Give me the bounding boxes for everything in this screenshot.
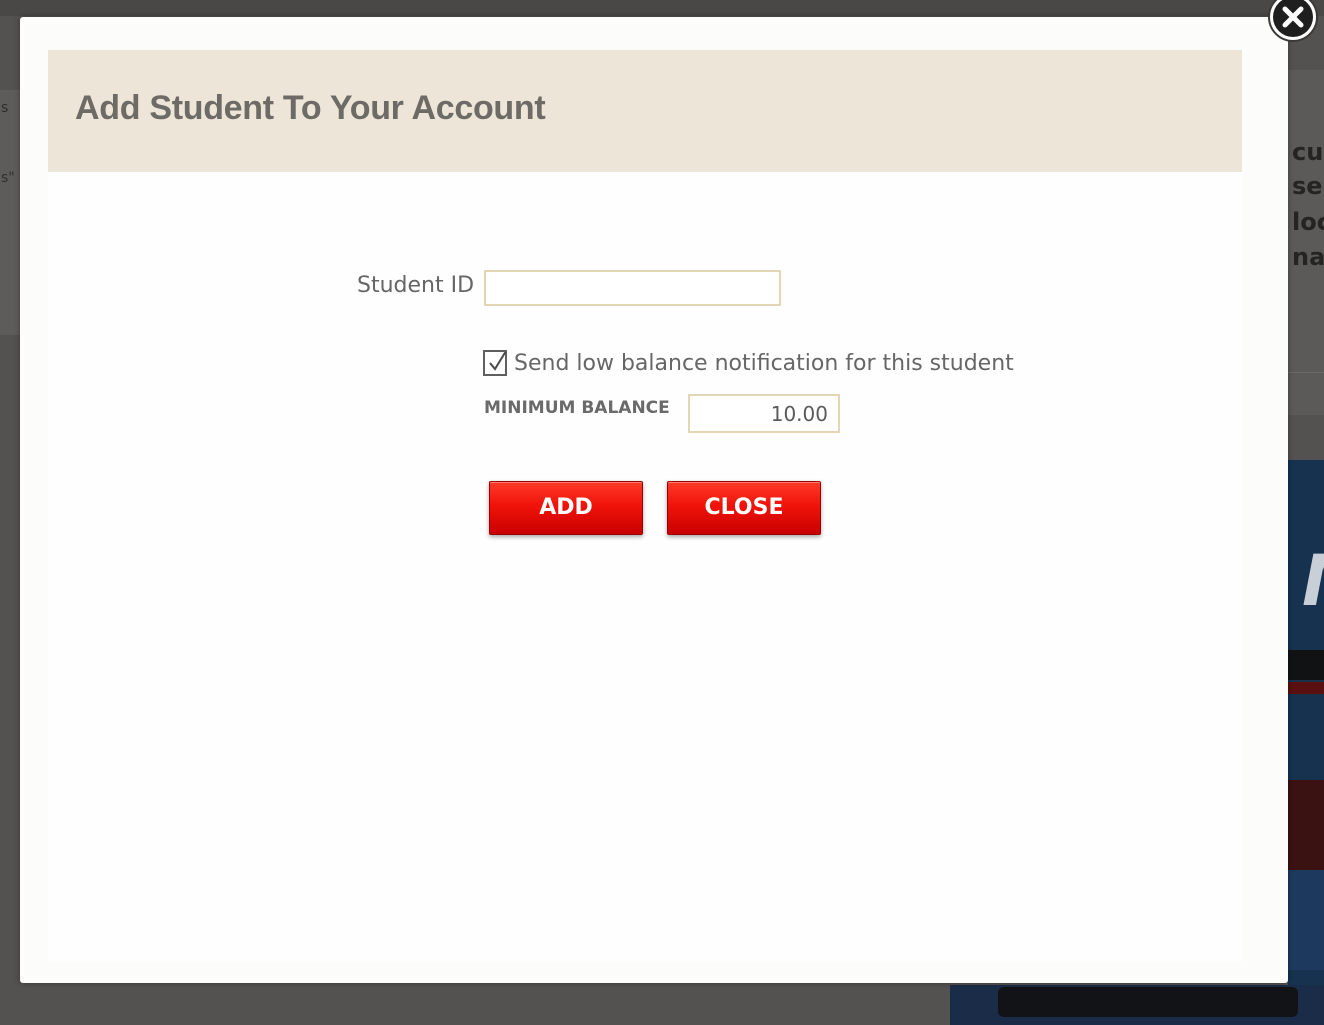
- background-promo-stripe: [1288, 682, 1324, 694]
- background-right-panel: cur se d loc nat: [1288, 70, 1324, 415]
- background-device-image: [998, 987, 1298, 1017]
- background-bottom-strip: [950, 985, 1324, 1025]
- minimum-balance-input[interactable]: [688, 394, 840, 433]
- background-promo-stripe: [1288, 780, 1324, 870]
- background-right-text: nat: [1292, 243, 1324, 271]
- background-left-text: s: [1, 100, 9, 116]
- minimum-balance-label: MINIMUM BALANCE: [484, 398, 670, 418]
- low-balance-notification-checkbox[interactable]: [483, 350, 507, 376]
- background-promo-banner: M: [1288, 460, 1324, 1000]
- background-right-text: loc: [1292, 208, 1324, 236]
- low-balance-notification-option: Send low balance notification for this s…: [483, 347, 1014, 379]
- modal-body: [48, 50, 1242, 962]
- student-id-input[interactable]: [484, 270, 781, 306]
- checkmark-icon: [489, 352, 507, 371]
- add-button[interactable]: ADD: [489, 481, 643, 535]
- background-right-text: cur: [1292, 138, 1324, 166]
- add-student-modal: Add Student To Your Account Student ID S…: [20, 17, 1288, 983]
- background-promo-stripe: [1288, 870, 1324, 970]
- close-icon: [1268, 0, 1318, 42]
- close-icon-button[interactable]: [1266, 0, 1318, 44]
- background-right-text: se d: [1292, 172, 1324, 200]
- background-promo-stripe: [1288, 650, 1324, 680]
- background-top-band: [0, 0, 1324, 16]
- background-divider: [1288, 372, 1324, 373]
- student-id-label: Student ID: [357, 273, 475, 298]
- modal-title: Add Student To Your Account: [75, 89, 546, 127]
- low-balance-notification-label: Send low balance notification for this s…: [514, 350, 1014, 376]
- background-left-panel: s s": [0, 90, 20, 335]
- close-button[interactable]: CLOSE: [667, 481, 821, 535]
- background-left-text: s": [1, 170, 15, 186]
- modal-header: Add Student To Your Account: [48, 50, 1242, 172]
- background-promo-text: M: [1302, 540, 1324, 622]
